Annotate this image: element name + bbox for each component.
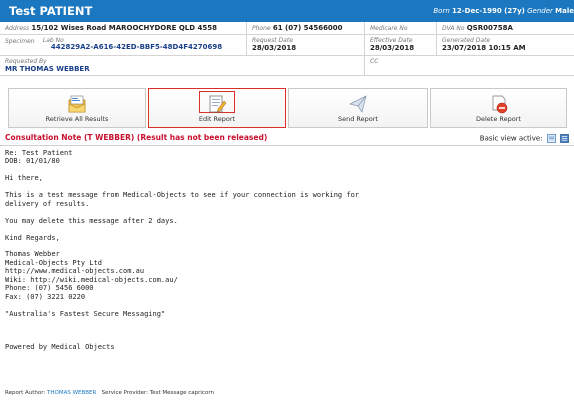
send-report-icon [348,95,367,113]
info-row-requested: Requested By MR THOMAS WEBBER CC [0,56,574,76]
generated-date-cell: Generated Date 23/07/2018 10:15 AM [436,35,574,55]
provider-label: Service Provider: [101,390,149,396]
specimen-cell: Specimen Lab No 442829A2-A616-42ED-BBF5-… [0,35,246,55]
gender-label: Gender [527,7,553,15]
retrieve-all-results-button[interactable]: Retrieve All Results [8,88,146,128]
full-view-icon[interactable] [560,134,569,143]
request-date-cell: Request Date 28/03/2018 [246,35,364,55]
medicare-label: Medicare No [370,25,408,32]
address-value: 15/102 Wises Road MAROOCHYDORE QLD 4558 [31,24,217,32]
info-row-specimen: Specimen Lab No 442829A2-A616-42ED-BBF5-… [0,35,574,56]
note-divider [0,145,574,146]
labno-group: Lab No 442829A2-A616-42ED-BBF5-48D4F4270… [43,37,222,51]
address-label: Address [5,25,30,32]
dva-label: DVA No [442,25,465,32]
message-body: Re: Test Patient DOB: 01/01/80 Hi there,… [5,149,360,352]
patient-demographics: Born 12-Dec-1990 (27y) Gender Male [433,7,574,15]
author-value: THOMAS WEBBER [47,390,97,396]
born-label: Born [433,7,450,15]
basic-view-icon[interactable] [546,134,556,143]
address-cell: Address 15/102 Wises Road MAROOCHYDORE Q… [0,22,246,34]
gender-value: Male [555,7,574,15]
edit-report-button[interactable]: Edit Report [148,88,286,128]
delete-report-button[interactable]: Delete Report [430,88,567,128]
report-toolbar: Retrieve All Results Edit Report Send Re… [8,88,567,128]
effective-date-value: 28/03/2018 [370,43,415,52]
patient-name: Test PATIENT [9,4,93,18]
edit-report-label: Edit Report [198,115,236,123]
request-date-value: 28/03/2018 [252,43,297,52]
cc-label: CC [370,58,379,65]
basic-view-indicator: Basic view active: [480,134,569,143]
delete-report-label: Delete Report [476,115,521,123]
report-footer: Report Author: THOMAS WEBBER Service Pro… [5,390,214,396]
basic-view-label: Basic view active: [479,134,543,143]
patient-header: Test PATIENT Born 12-Dec-1990 (27y) Gend… [0,0,574,22]
provider-value: Test Message capricorn [149,390,214,396]
consultation-note-heading: Consultation Note (T WEBBER) (Result has… [5,133,268,142]
author-label: Report Author: [5,390,46,396]
generated-date-value: 23/07/2018 10:15 AM [442,43,526,52]
requested-by-value: MR THOMAS WEBBER [5,64,90,73]
cc-cell: CC [364,56,574,75]
retrieve-all-results-label: Retrieve All Results [45,115,109,123]
specimen-label: Specimen [5,38,35,45]
phone-value: 61 (07) 54566000 [272,24,343,32]
medicare-cell: Medicare No [364,22,436,34]
retrieve-results-icon [68,95,86,113]
phone-label: Phone [252,25,271,32]
effective-date-cell: Effective Date 28/03/2018 [364,35,436,55]
delete-report-icon [492,95,507,114]
phone-cell: Phone 61 (07) 54566000 [246,22,364,34]
dva-value: QSR00758A [466,24,513,32]
info-row-address: Address 15/102 Wises Road MAROOCHYDORE Q… [0,22,574,35]
dva-cell: DVA No QSR00758A [436,22,574,34]
born-value: 12-Dec-1990 (27y) [452,7,525,15]
requested-by-cell: Requested By MR THOMAS WEBBER [0,56,364,75]
send-report-label: Send Report [338,115,378,123]
edit-report-icon [209,95,227,113]
labno-value: 442829A2-A616-42ED-BBF5-48D4F4270698 [50,43,223,51]
send-report-button[interactable]: Send Report [288,88,428,128]
